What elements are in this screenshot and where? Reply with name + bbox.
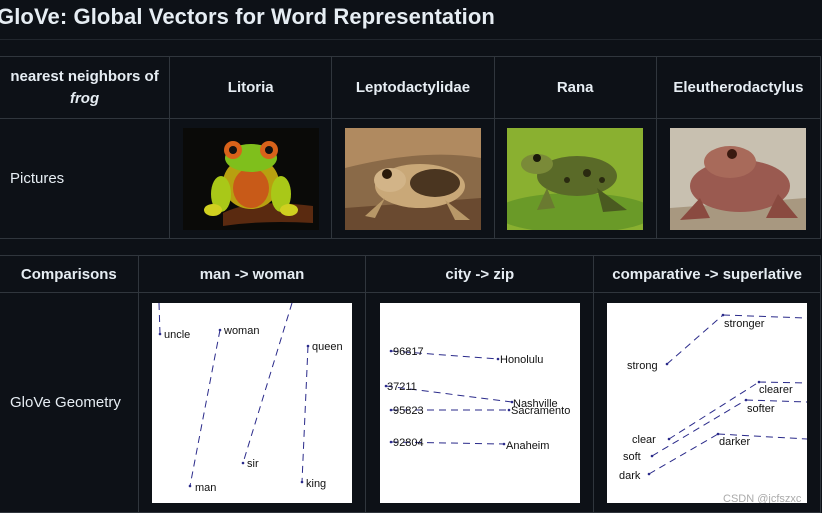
word-label: uncle (164, 329, 190, 341)
word-label: stronger (724, 318, 765, 330)
word-label: Anaheim (506, 440, 549, 452)
point (306, 344, 310, 347)
vector-line (158, 302, 161, 334)
word-label: woman (223, 325, 259, 337)
header-comparisons: Comparisons (0, 255, 139, 293)
column-rana: Rana (493, 56, 657, 119)
word-label: clearer (759, 384, 793, 396)
point (650, 454, 654, 457)
vector-line (668, 381, 760, 439)
column-city-zip: city -> zip (365, 255, 595, 293)
row-label-glove-geometry: GloVe Geometry (0, 292, 139, 513)
point (496, 357, 500, 360)
man-woman-plot: uncle woman queen sir man king (152, 302, 353, 503)
vector-line (648, 433, 719, 474)
leptodactylidae-frog-image (344, 127, 481, 230)
point (502, 442, 506, 445)
point (744, 398, 748, 401)
point (300, 480, 304, 483)
word-label: clear (632, 434, 656, 446)
cell-man-woman-plot: uncle woman queen sir man king (137, 292, 367, 513)
comparisons-table: Comparisons man -> woman city -> zip com… (0, 255, 821, 513)
vector-line (759, 381, 808, 383)
column-comparative-superlative: comparative -> superlative (593, 255, 821, 293)
point (158, 332, 162, 335)
header-nearest-neighbors: nearest neighbors of frog (0, 56, 171, 119)
nearest-neighbors-table: nearest neighbors of frog Litoria Leptod… (0, 56, 822, 239)
word-label: dark (619, 470, 641, 482)
word-label: 37211 (387, 381, 417, 393)
cell-rana (493, 118, 657, 239)
cell-city-zip-plot: 96817 Honolulu 37211 Nashville 95823 Sac… (365, 292, 595, 513)
header-word: frog (69, 89, 100, 107)
word-label: queen (312, 341, 343, 353)
point (721, 313, 725, 316)
eleutherodactylus-frog-image (670, 127, 807, 230)
word-label: 96817 (393, 346, 424, 358)
word-label: Sacramento (511, 405, 570, 417)
word-label: 92804 (393, 437, 424, 449)
word-label: man (195, 482, 216, 494)
watermark: CSDN @jcfszxc (723, 493, 802, 503)
cell-comparative-plot: stronger strong clearer softer clear sof… (593, 292, 821, 513)
point (507, 408, 511, 411)
vector-line (666, 314, 724, 364)
title-divider (0, 39, 822, 40)
header-label: nearest neighbors of (10, 67, 159, 85)
word-label: Honolulu (500, 354, 543, 366)
point (667, 437, 671, 440)
vector-line (746, 399, 808, 402)
word-label: 95823 (393, 405, 424, 417)
point (188, 484, 192, 487)
cell-leptodactylidae (331, 118, 495, 239)
comparative-superlative-plot: stronger strong clearer softer clear sof… (607, 302, 808, 503)
point (647, 472, 651, 475)
point (218, 328, 222, 331)
column-man-woman: man -> woman (137, 255, 367, 293)
word-label: softer (747, 403, 775, 415)
rana-frog-image (507, 127, 644, 230)
cell-eleutherodactylus (655, 118, 822, 239)
word-label: sir (247, 458, 259, 470)
row-label-pictures: Pictures (0, 118, 171, 239)
page-title: GloVe: Global Vectors for Word Represent… (0, 4, 495, 29)
cell-litoria (169, 118, 333, 239)
point (757, 380, 761, 383)
vector-line (189, 329, 221, 486)
litoria-frog-image (182, 127, 319, 230)
point (389, 408, 393, 411)
point (716, 432, 720, 435)
vector-line (301, 345, 309, 482)
word-label: darker (719, 436, 751, 448)
word-label: soft (623, 451, 641, 463)
city-zip-plot: 96817 Honolulu 37211 Nashville 95823 Sac… (379, 302, 580, 503)
point (665, 362, 669, 365)
column-litoria: Litoria (169, 56, 333, 119)
word-label: king (306, 478, 326, 490)
column-leptodactylidae: Leptodactylidae (331, 56, 495, 119)
column-eleutherodactylus: Eleutherodactylus (655, 56, 822, 119)
point (389, 440, 393, 443)
point (389, 349, 393, 352)
word-label: strong (627, 360, 658, 372)
point (241, 461, 245, 464)
